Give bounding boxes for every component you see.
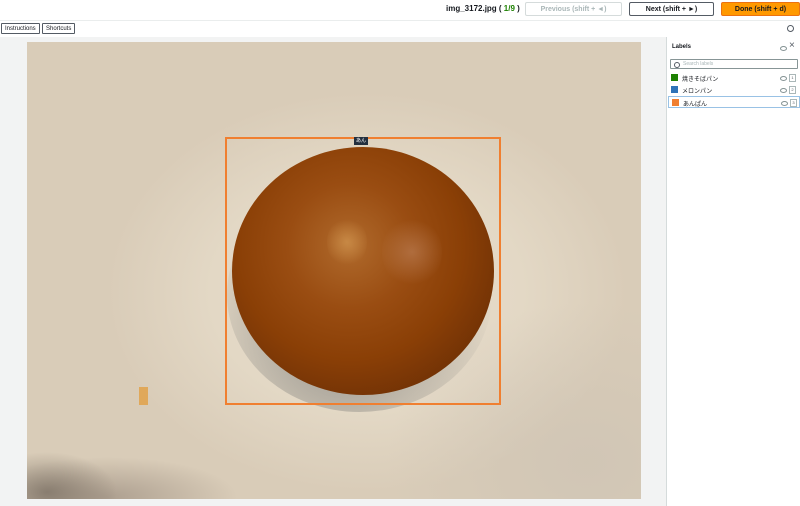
label-item[interactable]: 焼きそばパン 1 bbox=[668, 72, 800, 84]
search-icon bbox=[674, 62, 680, 68]
toolbar: Instructions Shortcuts bbox=[0, 20, 800, 38]
instructions-button[interactable]: Instructions bbox=[1, 23, 40, 34]
label-name: あんぱん bbox=[683, 102, 708, 108]
eye-icon[interactable] bbox=[780, 88, 787, 93]
label-item[interactable]: メロンパン 2 bbox=[668, 84, 800, 96]
eye-icon[interactable] bbox=[780, 76, 787, 81]
previous-button[interactable]: Previous (shift + ◄) bbox=[525, 2, 622, 16]
labels-panel: Labels × 焼きそばパン 1 メロンパン 2 あんぱん 3 bbox=[666, 37, 800, 506]
search-input[interactable] bbox=[683, 60, 793, 68]
image-title: img_3172.jpg ( 1/9 ) bbox=[446, 4, 520, 13]
eye-icon[interactable] bbox=[780, 46, 787, 51]
shortcut-key: 3 bbox=[790, 99, 797, 107]
label-color-swatch bbox=[671, 86, 678, 93]
label-search[interactable] bbox=[670, 59, 798, 69]
filename: img_3172.jpg bbox=[446, 4, 497, 13]
annotation-canvas[interactable]: あん bbox=[0, 37, 666, 506]
label-name: 焼きそばパン bbox=[682, 77, 719, 83]
bounding-box-label: あん bbox=[354, 137, 369, 145]
label-color-swatch bbox=[672, 99, 679, 106]
eye-icon[interactable] bbox=[781, 101, 788, 106]
shortcuts-button[interactable]: Shortcuts bbox=[42, 23, 76, 34]
crumb bbox=[139, 387, 148, 405]
close-icon[interactable]: × bbox=[789, 41, 795, 51]
top-bar: img_3172.jpg ( 1/9 ) Previous (shift + ◄… bbox=[0, 0, 800, 20]
next-button[interactable]: Next (shift + ►) bbox=[629, 2, 714, 16]
label-name: メロンパン bbox=[682, 89, 713, 95]
counter-prefix: ( bbox=[496, 4, 504, 13]
shortcut-key: 2 bbox=[789, 86, 796, 94]
counter-suffix: ) bbox=[514, 4, 520, 13]
image-counter: 1/9 bbox=[503, 4, 515, 13]
image[interactable]: あん bbox=[27, 42, 641, 499]
bounding-box[interactable] bbox=[225, 137, 501, 405]
settings-icon[interactable] bbox=[787, 25, 794, 32]
label-item[interactable]: あんぱん 3 bbox=[668, 96, 800, 108]
label-color-swatch bbox=[671, 74, 678, 81]
shortcut-key: 1 bbox=[789, 74, 796, 82]
done-button[interactable]: Done (shift + d) bbox=[721, 2, 800, 16]
panel-title: Labels bbox=[672, 44, 692, 50]
